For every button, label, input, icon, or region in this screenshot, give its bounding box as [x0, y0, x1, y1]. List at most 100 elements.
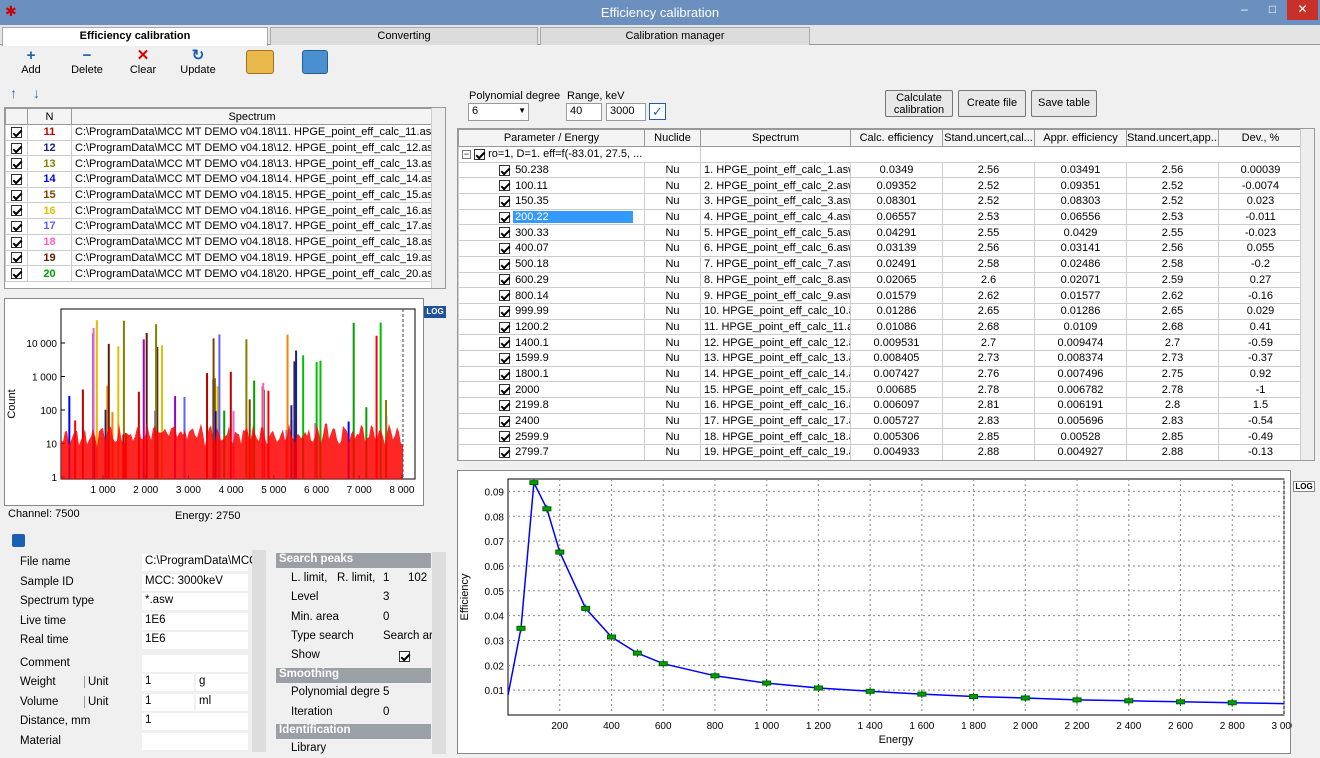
maximize-button[interactable]: □: [1260, 0, 1285, 20]
update-button[interactable]: ↻ Update: [175, 48, 221, 77]
energy-cell[interactable]: 2199.8: [513, 399, 633, 411]
props-scrollbar[interactable]: [252, 550, 266, 752]
energy-cell[interactable]: 300.33: [513, 227, 633, 239]
energy-cell[interactable]: 1400.1: [513, 337, 633, 349]
tab-efficiency-calibration[interactable]: Efficiency calibration: [2, 27, 268, 46]
row-checkbox[interactable]: [499, 352, 510, 364]
prop-unit[interactable]: g: [196, 674, 248, 691]
save-table-button[interactable]: Save table: [1031, 90, 1097, 117]
spectrum-chart[interactable]: 10 000 1 000 100 10 1 1 000 2 000 3 000 4 000 5 0…: [4, 298, 424, 506]
row-checkbox[interactable]: [499, 274, 510, 286]
log-toggle-efficiency[interactable]: LOG: [1293, 481, 1315, 492]
spectrum-row[interactable]: 16 C:\ProgramData\MCC MT DEMO v04.18\16.…: [5, 202, 433, 220]
row-checkbox[interactable]: [499, 431, 510, 443]
row-checkbox[interactable]: [499, 399, 510, 411]
min-area-value[interactable]: 0: [383, 611, 389, 623]
energy-cell[interactable]: 1200.2: [513, 321, 633, 333]
minimize-button[interactable]: –: [1232, 0, 1257, 20]
row-checkbox[interactable]: [11, 236, 22, 248]
prop-value[interactable]: 1: [142, 693, 194, 711]
table-row[interactable]: 400.07 Nu 6. HPGE_point_eff_calc_6.asw 0.03…: [458, 240, 1303, 257]
table-row[interactable]: 150.35 Nu 3. HPGE_point_eff_calc_3.asw 0.08…: [458, 193, 1303, 210]
move-up-icon[interactable]: ↑: [10, 85, 17, 101]
group-row[interactable]: − ro=1, D=1. eff=f(-83.01, 27.5, ...: [458, 146, 1303, 163]
log-toggle-spectrum[interactable]: LOG: [424, 306, 446, 318]
table-header[interactable]: Dev., %: [1218, 129, 1303, 147]
type-search-value[interactable]: Search ar: [383, 630, 433, 642]
open-folder-icon[interactable]: [246, 50, 274, 74]
table-header[interactable]: Parameter / Energy: [458, 129, 645, 147]
spectrum-row[interactable]: 17 C:\ProgramData\MCC MT DEMO v04.18\17.…: [5, 218, 433, 235]
energy-cell[interactable]: 2000: [513, 384, 633, 396]
energy-cell[interactable]: 999.99: [513, 305, 633, 317]
smoothing-header[interactable]: Smoothing: [276, 668, 431, 683]
energy-cell[interactable]: 800.14: [513, 290, 633, 302]
row-checkbox[interactable]: [499, 447, 510, 458]
table-row[interactable]: 300.33 Nu 5. HPGE_point_eff_calc_5.asw 0.04…: [458, 224, 1303, 242]
spectrum-row[interactable]: 12 C:\ProgramData\MCC MT DEMO v04.18\12.…: [5, 139, 433, 157]
table-row[interactable]: 2799.7 Nu 19. HPGE_point_eff_calc_19.a... 0…: [458, 444, 1303, 460]
collapse-icon[interactable]: −: [462, 150, 471, 160]
table-header[interactable]: Calc. efficiency: [850, 129, 943, 147]
spectrum-row[interactable]: 13 C:\ProgramData\MCC MT DEMO v04.18\13.…: [5, 155, 433, 173]
row-checkbox[interactable]: [499, 415, 510, 427]
identification-header[interactable]: Identification: [276, 724, 431, 739]
row-checkbox[interactable]: [499, 368, 510, 380]
row-checkbox[interactable]: [11, 126, 22, 138]
energy-cell[interactable]: 1800.1: [513, 368, 633, 380]
table-row[interactable]: 500.18 Nu 7. HPGE_point_eff_calc_7.asw 0.02…: [458, 255, 1303, 273]
table-header[interactable]: Spectrum: [700, 129, 851, 147]
search-peaks-header[interactable]: Search peaks: [276, 553, 431, 568]
energy-cell[interactable]: 600.29: [513, 274, 633, 286]
row-checkbox[interactable]: [11, 142, 22, 154]
row-checkbox[interactable]: [499, 180, 510, 192]
spectrum-row[interactable]: 19 C:\ProgramData\MCC MT DEMO v04.18\19.…: [5, 249, 433, 267]
table-row[interactable]: 800.14 Nu 9. HPGE_point_eff_calc_9.asw 0.01…: [458, 287, 1303, 304]
row-checkbox[interactable]: [11, 189, 22, 201]
iteration-value[interactable]: 0: [383, 706, 389, 718]
energy-cell[interactable]: 2599.9: [513, 431, 633, 443]
spectrum-row[interactable]: 14 C:\ProgramData\MCC MT DEMO v04.18\14.…: [5, 171, 433, 188]
col-spectrum[interactable]: Spectrum: [71, 108, 433, 125]
r-limit-value[interactable]: 102: [408, 572, 427, 584]
row-checkbox[interactable]: [499, 290, 510, 302]
calculate-calibration-button[interactable]: Calculate calibration: [885, 90, 953, 117]
clear-button[interactable]: ✕ Clear: [120, 48, 166, 77]
row-checkbox[interactable]: [11, 158, 22, 170]
row-checkbox[interactable]: [499, 243, 510, 255]
save-to-db-icon[interactable]: [302, 50, 328, 74]
energy-cell[interactable]: 150.35: [513, 195, 633, 207]
energy-cell[interactable]: 50.238: [513, 164, 633, 176]
energy-cell[interactable]: 500.18: [513, 258, 633, 270]
tab-converting[interactable]: Converting: [270, 27, 538, 45]
energy-cell[interactable]: 1599.9: [513, 352, 633, 364]
table-row[interactable]: 999.99 Nu 10. HPGE_point_eff_calc_10.a... 0…: [458, 302, 1303, 320]
table-header[interactable]: Nuclide: [644, 129, 701, 147]
row-checkbox[interactable]: [499, 321, 510, 333]
spectrum-row[interactable]: 11 C:\ProgramData\MCC MT DEMO v04.18\11.…: [5, 124, 433, 141]
row-checkbox[interactable]: [11, 174, 22, 185]
close-button[interactable]: ✕: [1287, 0, 1318, 20]
energy-cell[interactable]: 2799.7: [513, 446, 633, 458]
row-checkbox[interactable]: [499, 384, 510, 396]
smooth-poly-value[interactable]: 5: [383, 686, 389, 698]
row-checkbox[interactable]: [499, 227, 510, 239]
energy-cell[interactable]: 100.11: [513, 180, 633, 192]
prop-value[interactable]: MCC: 3000keV: [142, 573, 248, 591]
prop-value[interactable]: C:\ProgramData\MCC: [142, 554, 257, 571]
table-row[interactable]: 100.11 Nu 2. HPGE_point_eff_calc_2.asw 0.09…: [458, 177, 1303, 195]
apply-range-button[interactable]: ✓: [649, 103, 666, 120]
row-checkbox[interactable]: [499, 258, 510, 270]
table-row[interactable]: 2400 Nu 17. HPGE_point_eff_calc_17.a... 0.0…: [458, 412, 1303, 430]
spectrum-row[interactable]: 20 C:\ProgramData\MCC MT DEMO v04.18\20.…: [5, 265, 433, 282]
row-checkbox[interactable]: [11, 252, 22, 264]
prop-value[interactable]: *.asw: [142, 593, 248, 610]
range-from-input[interactable]: 40: [566, 103, 602, 121]
energy-cell[interactable]: 200.22: [513, 211, 634, 224]
table-row[interactable]: 2000 Nu 15. HPGE_point_eff_calc_15.a... 0.0…: [458, 381, 1303, 398]
prop-value[interactable]: [142, 732, 248, 750]
prop-unit[interactable]: ml: [196, 693, 248, 711]
prop-value[interactable]: 1: [142, 674, 194, 691]
prop-value[interactable]: 1E6: [142, 632, 248, 649]
table-row[interactable]: 1800.1 Nu 14. HPGE_point_eff_calc_14.a... 0…: [458, 365, 1303, 383]
